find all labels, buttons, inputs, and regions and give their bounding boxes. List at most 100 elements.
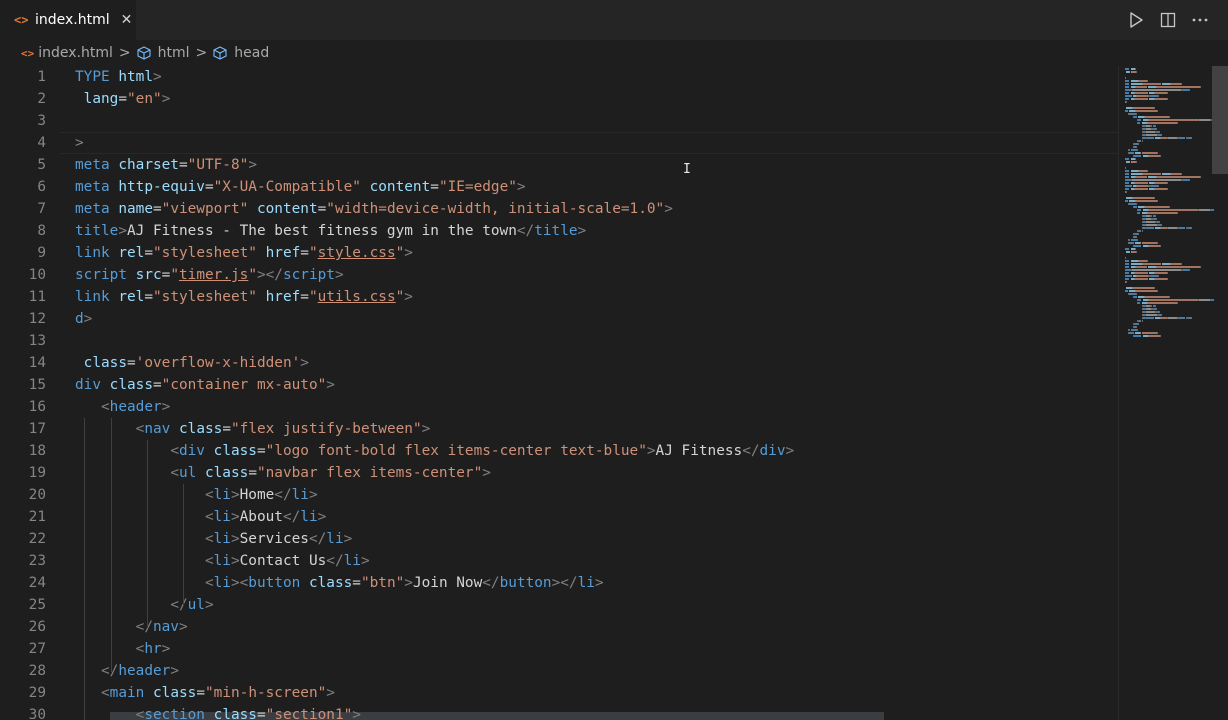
code-line[interactable]: 22 <li>Services</li> xyxy=(0,528,1118,550)
minimap-token xyxy=(1138,302,1141,304)
code-line[interactable]: 16 <header> xyxy=(0,396,1118,418)
code-line[interactable]: 4 > xyxy=(0,132,1118,154)
minimap-token xyxy=(1134,158,1136,160)
code-line[interactable]: 5 meta charset="UTF-8"> xyxy=(0,154,1118,176)
breadcrumb-separator: > xyxy=(195,45,208,61)
code-line[interactable]: 24 <li><button class="btn">Join Now</but… xyxy=(0,572,1118,594)
code-line[interactable]: 30 <section class="section1"> xyxy=(0,704,1118,720)
minimap-token xyxy=(1125,77,1127,79)
indent-guide xyxy=(84,418,85,720)
code-line[interactable]: 29 <main class="min-h-screen"> xyxy=(0,682,1118,704)
code-line[interactable]: 15 div class="container mx-auto"> xyxy=(0,374,1118,396)
minimap-token xyxy=(1131,179,1182,181)
code-token: Contact Us xyxy=(239,553,327,569)
minimap-token xyxy=(1136,251,1138,253)
breadcrumb-head[interactable]: head xyxy=(213,45,269,61)
code-token: > xyxy=(83,311,93,327)
code-text: title>AJ Fitness - The best fitness gym … xyxy=(75,220,586,242)
close-icon[interactable]: ✕ xyxy=(121,12,133,28)
code-token: href xyxy=(265,289,301,305)
code-token: < xyxy=(204,509,214,525)
code-editor[interactable]: 1 TYPE html> 2 lang="en"> 3 4 >5 meta charset=… xyxy=(0,66,1118,720)
line-number: 29 xyxy=(28,685,46,701)
code-text: class='overflow-x-hidden'> xyxy=(75,352,309,374)
minimap-token xyxy=(1158,95,1160,97)
code-line[interactable]: 6 meta http-equiv="X-UA-Compatible" conte… xyxy=(0,176,1118,198)
minimap-token xyxy=(1138,122,1141,124)
minimap-token xyxy=(1171,173,1182,175)
breadcrumb-html[interactable]: html xyxy=(137,45,190,61)
code-line[interactable]: 18 <div class="logo font-bold flex items… xyxy=(0,440,1118,462)
code-line[interactable]: 25 </ul> xyxy=(0,594,1118,616)
code-token: name xyxy=(118,201,153,217)
code-token: li xyxy=(291,487,309,503)
indent-guide xyxy=(183,484,184,606)
code-line[interactable]: 10 script src="timer.js"></script> xyxy=(0,264,1118,286)
breadcrumb-file[interactable]: index.html xyxy=(38,45,113,61)
minimap-token xyxy=(1160,155,1162,157)
minimap[interactable] xyxy=(1118,66,1217,720)
minimap-token xyxy=(1125,176,1130,178)
code-text: <li><button class="btn">Join Now</button… xyxy=(75,572,604,594)
breadcrumb: <> index.html > html > head xyxy=(0,40,1228,66)
tab-index-html[interactable]: <> index.html ✕ xyxy=(0,0,136,40)
minimap-token xyxy=(1148,86,1156,88)
scrollbar-thumb[interactable] xyxy=(1212,66,1228,174)
minimap-token xyxy=(1145,131,1155,133)
code-token: > xyxy=(326,377,335,393)
code-line[interactable]: 13 xyxy=(0,330,1118,352)
minimap-token xyxy=(1136,146,1138,148)
line-number: 28 xyxy=(28,663,46,679)
code-line[interactable]: 1 TYPE html> xyxy=(0,66,1118,88)
minimap-token xyxy=(1125,182,1130,184)
code-line[interactable]: 27 <hr> xyxy=(0,638,1118,660)
minimap-token xyxy=(1151,95,1158,97)
code-line[interactable]: 3 xyxy=(0,110,1118,132)
minimap-token xyxy=(1133,245,1142,247)
code-token: section xyxy=(144,707,205,720)
code-line[interactable]: 11 link rel="stylesheet" href="utils.css"… xyxy=(0,286,1118,308)
code-token: = xyxy=(144,245,153,261)
code-line[interactable]: 20 <li>Home</li> xyxy=(0,484,1118,506)
minimap-token xyxy=(1162,263,1171,265)
code-line[interactable]: 7 meta name="viewport" content="width=dev… xyxy=(0,198,1118,220)
code-line[interactable]: 14 class='overflow-x-hidden'> xyxy=(0,352,1118,374)
code-line[interactable]: 9 link rel="stylesheet" href="style.css"> xyxy=(0,242,1118,264)
html-file-icon: <> xyxy=(14,13,29,27)
code-line[interactable]: 12 d> xyxy=(0,308,1118,330)
minimap-token xyxy=(1159,221,1161,223)
code-line[interactable]: 19 <ul class="navbar flex items-center"> xyxy=(0,462,1118,484)
minimap-token xyxy=(1125,272,1130,274)
code-token: = xyxy=(352,575,361,591)
code-line[interactable]: 21 <li>About</li> xyxy=(0,506,1118,528)
code-line[interactable]: 26 </nav> xyxy=(0,616,1118,638)
split-editor-icon[interactable] xyxy=(1158,10,1178,30)
code-text: <section class="section1"> xyxy=(75,704,361,720)
code-token: </ xyxy=(742,443,760,459)
line-number: 3 xyxy=(37,113,46,129)
code-line[interactable]: 8 title>AJ Fitness - The best fitness gym… xyxy=(0,220,1118,242)
code-line[interactable]: 23 <li>Contact Us</li> xyxy=(0,550,1118,572)
minimap-token xyxy=(1154,305,1156,307)
minimap-token xyxy=(1134,272,1149,274)
code-token: utils.css xyxy=(317,289,396,305)
line-number: 21 xyxy=(28,509,46,525)
code-line[interactable]: 17 <nav class="flex justify-between"> xyxy=(0,418,1118,440)
code-token: > xyxy=(161,91,171,107)
code-line[interactable]: 2 lang="en"> xyxy=(0,88,1118,110)
code-token: class xyxy=(83,355,127,371)
code-line[interactable]: 28 </header> xyxy=(0,660,1118,682)
minimap-token xyxy=(1134,98,1149,100)
code-token: = xyxy=(153,377,162,393)
code-token: </ xyxy=(282,509,301,525)
code-token: header xyxy=(109,399,162,415)
more-icon[interactable] xyxy=(1190,10,1210,30)
minimap-token xyxy=(1155,92,1166,94)
code-token: li xyxy=(577,575,595,591)
run-icon[interactable] xyxy=(1126,10,1146,30)
code-token: </ xyxy=(516,223,535,239)
